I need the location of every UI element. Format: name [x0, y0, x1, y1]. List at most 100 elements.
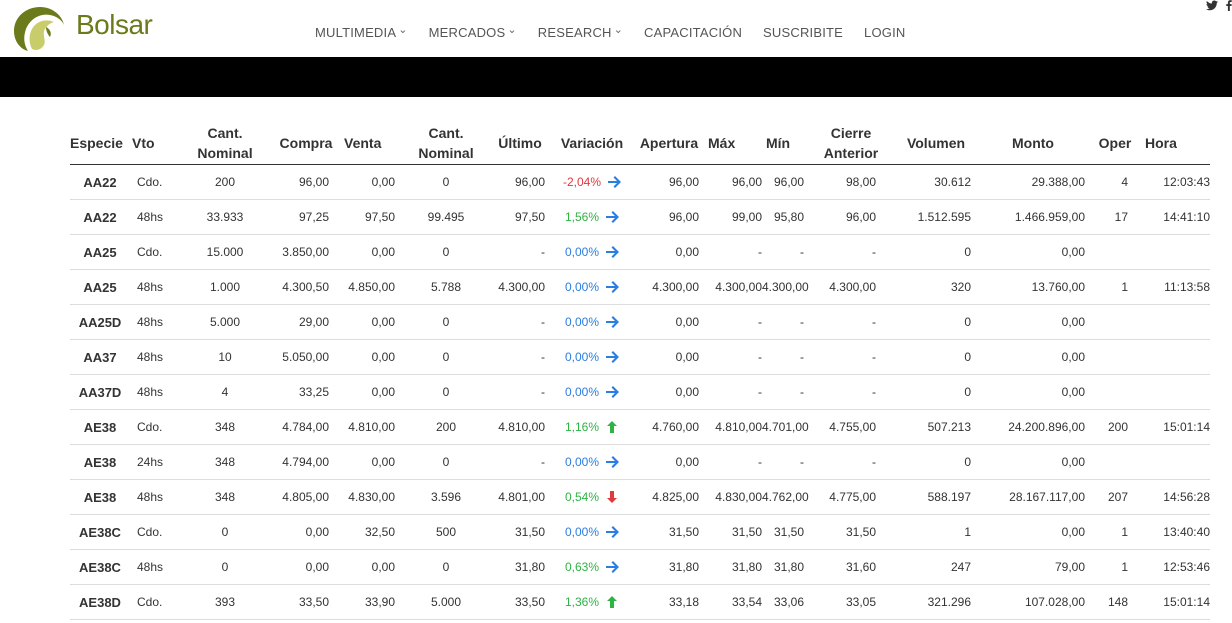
arrow-up-icon [599, 595, 619, 609]
cell-cierre-anterior: - [806, 234, 896, 270]
cell-hora: 15:01:14 [1140, 409, 1210, 445]
cell-apertura: 0,00 [634, 444, 704, 480]
column-header[interactable]: Último [490, 121, 550, 165]
table-row[interactable]: AE38C Cdo. 0 0,00 32,50 500 31,50 0,00% 31,50 31,… [70, 514, 1210, 550]
cell-vto: 24hs [130, 444, 180, 480]
cell-especie[interactable]: AE38 [70, 409, 130, 445]
variacion-value: 0,00% [564, 245, 600, 259]
cell-cant-nominal-compra: 15.000 [180, 234, 270, 270]
table-row[interactable]: AA25 48hs 1.000 4.300,50 4.850,00 5.788 4.300,… [70, 269, 1210, 305]
cell-min: - [762, 339, 806, 375]
nav-item-login[interactable]: LOGIN [864, 25, 905, 40]
column-header[interactable]: Especie [70, 121, 130, 165]
column-header[interactable]: Cierre Anterior [806, 121, 896, 165]
table-row[interactable]: AA25D 48hs 5.000 29,00 0,00 0-0,00% 0,00- - -0 0,… [70, 304, 1210, 340]
column-header[interactable]: Hora [1140, 121, 1210, 165]
cell-cierre-anterior: - [806, 339, 896, 375]
cell-oper: 17 [1090, 199, 1140, 235]
bolsar-logo[interactable]: Bolsar [10, 3, 160, 53]
cell-especie[interactable]: AE38C [70, 514, 130, 550]
cell-especie[interactable]: AE38C [70, 549, 130, 585]
column-header[interactable]: Máx [704, 121, 762, 165]
cell-oper: 148 [1090, 584, 1140, 620]
cell-cant-nominal-venta: 5.788 [402, 269, 490, 305]
variacion-value: 1,56% [564, 210, 600, 224]
variacion-value: 0,00% [564, 280, 600, 294]
nav-item-multimedia[interactable]: MULTIMEDIA ⌄ [315, 25, 408, 41]
cell-cierre-anterior: 33,05 [806, 584, 896, 620]
cell-especie[interactable]: AA25D [70, 304, 130, 340]
cell-monto: 29.388,00 [976, 164, 1090, 200]
column-header[interactable]: Oper [1090, 121, 1140, 165]
brand-name: Bolsar [76, 9, 153, 40]
cell-apertura: 0,00 [634, 234, 704, 270]
cell-ultimo: 31,50 [490, 514, 550, 550]
cell-cierre-anterior: - [806, 304, 896, 340]
column-header[interactable]: Compra [270, 121, 342, 165]
table-row[interactable]: AE38C 48hs 0 0,00 0,00 0 31,80 0,63% 31,80 31,80 3… [70, 549, 1210, 585]
cell-hora [1140, 304, 1210, 340]
nav-item-capacitacin[interactable]: CAPACITACIÓN [644, 25, 742, 40]
cell-especie[interactable]: AA22 [70, 164, 130, 200]
table-row[interactable]: AE38 Cdo. 348 4.784,00 4.810,00 200 4.810,00 1,… [70, 409, 1210, 445]
column-header[interactable]: Mín [762, 121, 806, 165]
cell-venta: 33,90 [342, 584, 402, 620]
table-row[interactable]: AA22 48hs 33.933 97,25 97,50 99.495 97,50 1,56%… [70, 199, 1210, 235]
variacion-value: -2,04% [562, 175, 602, 189]
cell-vto: 48hs [130, 269, 180, 305]
cell-especie[interactable]: AE38 [70, 444, 130, 480]
nav-item-mercados[interactable]: MERCADOS ⌄ [429, 25, 517, 41]
cell-volumen: 1.512.595 [896, 199, 976, 235]
table-row[interactable]: AA37 48hs 10 5.050,00 0,00 0-0,00% 0,00- - -0 0,0… [70, 339, 1210, 375]
cell-hora [1140, 444, 1210, 480]
column-header[interactable]: Monto [976, 121, 1090, 165]
cell-min: 96,00 [762, 164, 806, 200]
cell-variacion: 1,16% [550, 409, 634, 445]
cell-especie[interactable]: AA22 [70, 199, 130, 235]
cell-max: 31,80 [704, 549, 762, 585]
cell-min: 4.300,00 [762, 269, 809, 305]
social-links [1206, 0, 1232, 14]
cell-especie[interactable]: AA37D [70, 374, 130, 410]
table-row[interactable]: AA22 Cdo. 200 96,00 0,00 0 96,00 -2,04% 96,00 96,… [70, 164, 1210, 200]
cell-volumen: 247 [896, 549, 976, 585]
cell-compra: 96,00 [270, 164, 342, 200]
cell-apertura: 31,50 [634, 514, 704, 550]
cell-oper: 200 [1090, 409, 1140, 445]
column-header[interactable]: Cant. Nominal [180, 121, 270, 165]
arrow-right-icon [599, 385, 620, 399]
table-row[interactable]: AE38D Cdo. 393 33,50 33,90 5.000 33,50 1,36% 33,… [70, 584, 1210, 620]
column-header[interactable]: Vto [130, 121, 180, 165]
facebook-icon[interactable] [1226, 0, 1232, 14]
table-row[interactable]: AA25 Cdo. 15.000 3.850,00 0,00 0-0,00% 0,00- - -… [70, 234, 1210, 270]
cell-vto: Cdo. [130, 164, 180, 200]
cell-ultimo: - [490, 304, 550, 340]
nav-item-research[interactable]: RESEARCH ⌄ [538, 25, 623, 41]
cell-especie[interactable]: AA25 [70, 269, 130, 305]
twitter-icon[interactable] [1206, 0, 1218, 14]
cell-oper: 1 [1090, 549, 1140, 585]
cell-vto: Cdo. [130, 584, 180, 620]
cell-venta: 4.830,00 [342, 479, 402, 515]
cell-especie[interactable]: AE38D [70, 584, 130, 620]
column-header[interactable]: Cant. Nominal [402, 121, 490, 165]
cell-especie[interactable]: AA25 [70, 234, 130, 270]
cell-compra: 29,00 [270, 304, 342, 340]
column-header[interactable]: Venta [342, 121, 402, 165]
cell-ultimo: 31,80 [490, 549, 550, 585]
column-header[interactable]: Apertura [634, 121, 704, 165]
cell-especie[interactable]: AE38 [70, 479, 130, 515]
column-header[interactable]: Volumen [896, 121, 976, 165]
table-row[interactable]: AE38 48hs 348 4.805,00 4.830,00 3.596 4.801,00… [70, 479, 1210, 515]
cell-especie[interactable]: AA37 [70, 339, 130, 375]
cell-volumen: 1 [896, 514, 976, 550]
nav-item-suscribite[interactable]: SUSCRIBITE [763, 25, 843, 40]
table-row[interactable]: AA37D 48hs 4 33,25 0,00 0-0,00% 0,00- - -0 0,00 [70, 374, 1210, 410]
cell-apertura: 0,00 [634, 339, 704, 375]
cell-cant-nominal-venta: 0 [402, 304, 490, 340]
arrow-right-icon [599, 210, 620, 224]
column-header[interactable]: Variación [550, 121, 634, 165]
table-row[interactable]: AE38 24hs 348 4.794,00 0,00 0-0,00% 0,00- - -0 0,… [70, 444, 1210, 480]
cell-volumen: 0 [896, 304, 976, 340]
cell-cierre-anterior: 96,00 [806, 199, 896, 235]
